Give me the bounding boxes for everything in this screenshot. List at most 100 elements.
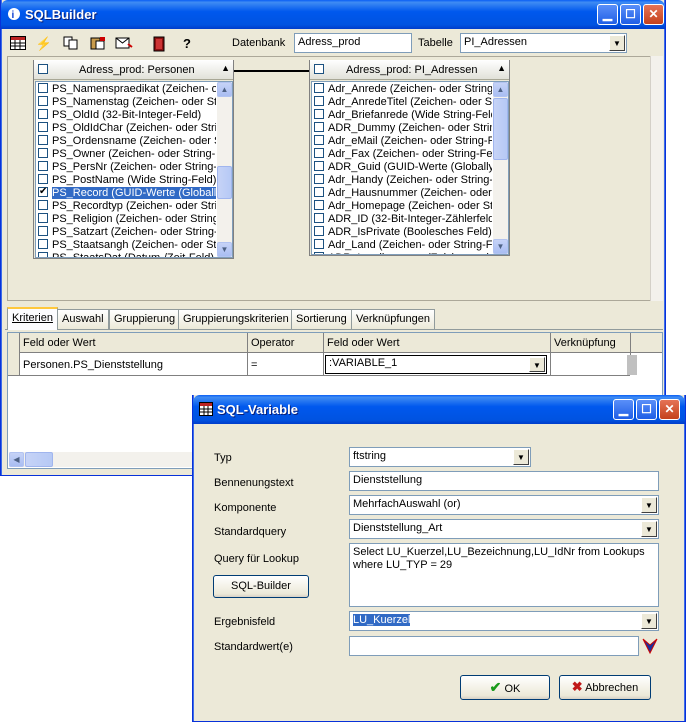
field-list-item[interactable]: PS_StaatsDat (Datum-/Zeit-Feld)	[38, 252, 216, 257]
field-checkbox[interactable]	[38, 252, 48, 257]
field-list-item[interactable]: PS_Namenspraedikat (Zeichen- oder String…	[38, 83, 216, 96]
field-list-item[interactable]: PS_Record (GUID-Werte (Globally	[38, 187, 216, 200]
close-button[interactable]: ✕	[659, 399, 680, 420]
field-list-item[interactable]: PS_OldIdChar (Zeichen- oder String-Feld)	[38, 122, 216, 135]
field-checkbox[interactable]	[38, 83, 48, 93]
field-list-item[interactable]: Adr_Hausnummer (Zeichen- oder String-Fel…	[314, 187, 492, 200]
designer-vscroll[interactable]	[650, 56, 663, 301]
standardwert-input[interactable]	[349, 636, 639, 656]
field-list-item[interactable]: Adr_Briefanrede (Wide String-Feld)	[314, 109, 492, 122]
personen-table-header[interactable]: Adress_prod: Personen ▲	[34, 60, 233, 80]
tab-gruppierung[interactable]: Gruppierung	[109, 309, 181, 329]
field-list-item[interactable]: PS_PersNr (Zeichen- oder String-Feld)	[38, 161, 216, 174]
copy-icon[interactable]	[62, 36, 80, 52]
chevron-down-icon[interactable]: ▼	[641, 497, 657, 513]
field-checkbox[interactable]	[314, 96, 324, 106]
field-checkbox[interactable]	[314, 109, 324, 119]
collapse-arrow-icon[interactable]: ▲	[221, 63, 230, 73]
field-checkbox[interactable]	[38, 174, 48, 184]
benennung-input[interactable]: Dienststellung	[349, 471, 659, 491]
field-list-item[interactable]: PS_Staatsangh (Zeichen- oder String-Feld…	[38, 239, 216, 252]
field-checkbox[interactable]	[38, 148, 48, 158]
field-checkbox[interactable]	[38, 187, 48, 198]
field-list-item[interactable]: Adr_Fax (Zeichen- oder String-Feld)	[314, 148, 492, 161]
field-list-item[interactable]: Adr_eMail (Zeichen- oder String-Feld)	[314, 135, 492, 148]
scroll-thumb[interactable]	[493, 98, 508, 160]
tab-auswahl[interactable]: Auswahl	[57, 309, 109, 329]
tab-verknuepfungen[interactable]: Verknüpfungen	[351, 309, 436, 329]
sql-builder-button[interactable]: SQL-Builder	[213, 575, 309, 598]
field-checkbox[interactable]	[314, 213, 324, 223]
scroll-up-icon[interactable]: ▲	[217, 82, 232, 97]
typ-select[interactable]: ftstring ▼	[349, 447, 531, 467]
scroll-thumb[interactable]	[217, 166, 232, 199]
lookup-query-textarea[interactable]: Select LU_Kuerzel,LU_Bezeichnung,LU_IdNr…	[349, 543, 659, 607]
scroll-up-icon[interactable]: ▲	[493, 82, 508, 97]
personen-scrollbar[interactable]: ▲ ▼	[217, 82, 232, 257]
field-list-item[interactable]: ADR_Guid (GUID-Werte (Globally	[314, 161, 492, 174]
tab-kriterien[interactable]: Kriterien	[7, 307, 58, 330]
help-icon[interactable]: ?	[178, 36, 196, 52]
field-list-item[interactable]: Adr_Anrede (Zeichen- oder String-Feld)	[314, 83, 492, 96]
personen-field-list[interactable]: PS_StaatsDat (Datum-/Zeit-Feld) PS_Staats…	[35, 81, 233, 258]
paste-icon[interactable]	[89, 36, 107, 52]
chevron-down-icon[interactable]: ▼	[609, 35, 625, 51]
scroll-down-icon[interactable]: ▼	[217, 242, 232, 257]
field-checkbox[interactable]	[38, 122, 48, 132]
tab-sortierung[interactable]: Sortierung	[291, 309, 352, 329]
field-checkbox[interactable]	[38, 135, 48, 145]
select-all-checkbox[interactable]	[314, 64, 324, 74]
field-list-item[interactable]: Adr_Land (Zeichen- oder String-Feld)	[314, 239, 492, 252]
adressen-field-list[interactable]: ADR_Landkennung (Zeichen- oder String-Fe…	[311, 81, 509, 255]
field-checkbox[interactable]	[38, 239, 48, 249]
field-checkbox[interactable]	[314, 148, 324, 158]
dialog-titlebar[interactable]: SQL-Variable ▁ ☐ ✕	[193, 395, 685, 424]
field-list-item[interactable]: PS_Ordensname (Zeichen- oder String-Feld…	[38, 135, 216, 148]
chevron-down-icon[interactable]: ▼	[529, 357, 545, 372]
grid-hscroll[interactable]: ◀	[9, 452, 199, 467]
field-list-item[interactable]: Adr_AnredeTitel (Zeichen- oder String-Fe…	[314, 96, 492, 109]
maximize-button[interactable]: ☐	[636, 399, 657, 420]
minimize-button[interactable]: ▁	[597, 4, 618, 25]
close-button[interactable]: ✕	[643, 4, 664, 25]
chevron-down-icon[interactable]: ▼	[641, 521, 657, 537]
minimize-button[interactable]: ▁	[613, 399, 634, 420]
lookup-arrow-icon[interactable]	[640, 636, 660, 656]
field-list-item[interactable]: ADR_Landkennung (Zeichen- oder String-Fe…	[314, 252, 492, 254]
tab-gruppierungskriterien[interactable]: Gruppierungskriterien	[178, 309, 294, 329]
field-checkbox[interactable]	[38, 109, 48, 119]
standardquery-select[interactable]: Dienststellung_Art ▼	[349, 519, 659, 539]
grid-cell-field[interactable]: Personen.PS_Dienststellung	[23, 359, 163, 371]
field-checkbox[interactable]	[314, 122, 324, 132]
chevron-down-icon[interactable]: ▼	[641, 613, 657, 629]
field-checkbox[interactable]	[314, 135, 324, 145]
mail-icon[interactable]	[115, 36, 133, 52]
field-checkbox[interactable]	[38, 226, 48, 236]
collapse-arrow-icon[interactable]: ▲	[497, 63, 506, 73]
field-checkbox[interactable]	[314, 174, 324, 184]
komponente-select[interactable]: MehrfachAuswahl (or) ▼	[349, 495, 659, 515]
field-checkbox[interactable]	[314, 83, 324, 93]
field-list-item[interactable]: PS_PostName (Wide String-Feld)	[38, 174, 216, 187]
grid-cell-value-select[interactable]: :VARIABLE_1 ▼	[325, 355, 547, 374]
adressen-scrollbar[interactable]: ▲ ▼	[493, 82, 508, 254]
field-list-item[interactable]: PS_Religion (Zeichen- oder String-Feld)	[38, 213, 216, 226]
scroll-thumb[interactable]	[25, 452, 53, 467]
scroll-left-icon[interactable]: ◀	[9, 452, 24, 467]
adressen-table-header[interactable]: Adress_prod: PI_Adressen ▲	[310, 60, 509, 80]
field-list-item[interactable]: ADR_Dummy (Zeichen- oder String-Feld)	[314, 122, 492, 135]
maximize-button[interactable]: ☐	[620, 4, 641, 25]
field-checkbox[interactable]	[314, 226, 324, 236]
field-list-item[interactable]: Adr_Handy (Zeichen- oder String-Feld)	[314, 174, 492, 187]
ergebnis-select[interactable]: LU_Kuerzel ▼	[349, 611, 659, 631]
field-list-item[interactable]: PS_Recordtyp (Zeichen- oder String-Feld)	[38, 200, 216, 213]
field-list-item[interactable]: Adr_Homepage (Zeichen- oder String-Feld)	[314, 200, 492, 213]
field-checkbox[interactable]	[38, 96, 48, 106]
field-checkbox[interactable]	[314, 161, 324, 171]
field-checkbox[interactable]	[38, 200, 48, 210]
field-checkbox[interactable]	[314, 252, 324, 254]
chevron-down-icon[interactable]: ▼	[513, 449, 529, 465]
scroll-down-icon[interactable]: ▼	[493, 239, 508, 254]
ok-button[interactable]: ✔ OK	[460, 675, 550, 700]
field-list-item[interactable]: PS_Owner (Zeichen- oder String-Feld)	[38, 148, 216, 161]
